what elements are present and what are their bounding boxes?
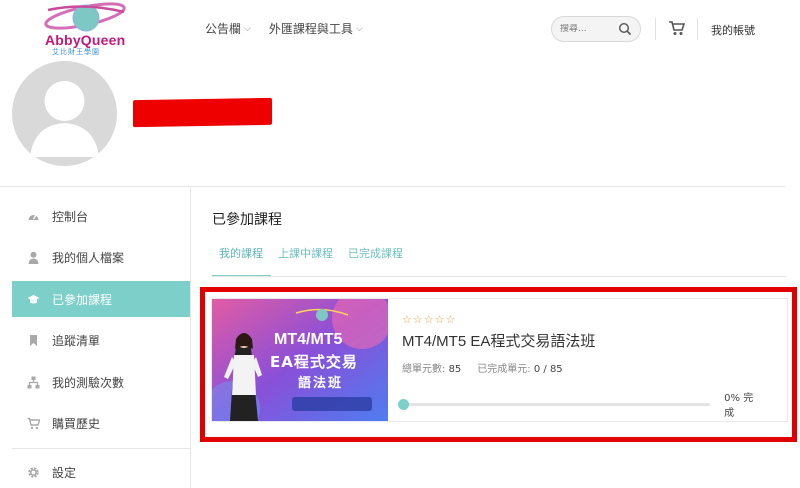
sidebar-item-label: 購買歷史: [52, 417, 101, 432]
sidebar-item-purchase-history[interactable]: 購買歷史: [12, 406, 190, 442]
search-box: [551, 16, 641, 42]
course-meta: 總單元數: 85 已完成單元: 0 / 85: [402, 360, 787, 375]
main-nav: 公告欄 ⌵ 外匯課程與工具 ⌵: [205, 20, 363, 37]
rating-stars: ☆☆☆☆☆: [402, 313, 787, 326]
sidebar-item-profile[interactable]: 我的個人檔案: [12, 240, 190, 276]
tab-active-courses[interactable]: 上課中課程: [271, 245, 341, 277]
sidebar-item-dashboard[interactable]: 控制台: [12, 198, 190, 234]
thumbnail-title-line2: EA程式交易: [270, 353, 358, 371]
divider: [12, 447, 190, 449]
progress-indicator: [398, 398, 409, 410]
my-account-link[interactable]: 我的帳號: [711, 22, 755, 38]
page-title: 已參加課程: [212, 212, 282, 228]
tab-my-courses[interactable]: 我的課程: [212, 245, 271, 277]
avatar[interactable]: [12, 61, 117, 166]
cart-icon: [27, 418, 40, 430]
thumbnail-title-line1: MT4/MT5: [274, 331, 343, 348]
sitemap-icon: [27, 376, 40, 389]
nav-item-label: 公告欄: [205, 22, 242, 36]
completed-units: 已完成單元: 0 / 85: [477, 360, 562, 375]
divider: [0, 186, 786, 187]
brand-subtitle: 艾比財王學園: [52, 48, 100, 56]
star-outline-icon: ☆: [445, 313, 457, 326]
sidebar-item-enrolled-courses[interactable]: 已參加課程: [12, 281, 190, 318]
redacted-username: [133, 97, 272, 128]
brand-name: AbbyQueen: [45, 32, 126, 48]
search-input[interactable]: [560, 24, 616, 34]
chevron-down-icon: ⌵: [244, 23, 251, 34]
sidebar-item-label: 已參加課程: [52, 292, 113, 307]
sidebar-item-wishlist[interactable]: 追蹤清單: [12, 323, 190, 359]
search-icon[interactable]: [618, 22, 632, 36]
course-tabs: 我的課程 上課中課程 已完成課程: [212, 245, 411, 277]
total-units: 總單元數: 85: [402, 360, 461, 375]
completed-units-label: 已完成單元:: [477, 364, 531, 375]
progress-label: 0% 完成: [724, 393, 754, 419]
dashboard-icon: [28, 214, 39, 220]
total-units-label: 總單元數:: [402, 364, 446, 375]
header-divider: [697, 18, 698, 40]
sidebar-item-settings[interactable]: 設定: [12, 455, 190, 488]
star-outline-icon: ☆: [423, 313, 435, 326]
course-thumbnail[interactable]: MT4/MT5 EA程式交易 語法班: [212, 299, 388, 421]
course-card[interactable]: MT4/MT5 EA程式交易 語法班 ☆☆☆☆☆ MT4/MT5 EA程式交易語…: [211, 298, 788, 422]
bookmark-icon: [30, 335, 37, 347]
user-icon: [28, 251, 39, 265]
nav-item-courses-tools[interactable]: 外匯課程與工具 ⌵: [269, 20, 363, 37]
sidebar-item-label: 我的個人檔案: [52, 251, 125, 266]
nav-item-label: 外匯課程與工具: [268, 22, 353, 36]
default-user-icon: [30, 81, 99, 157]
sidebar-divider: [190, 187, 191, 488]
course-title[interactable]: MT4/MT5 EA程式交易語法班: [402, 330, 787, 351]
progress-bar: [398, 398, 711, 410]
course-details: ☆☆☆☆☆ MT4/MT5 EA程式交易語法班 總單元數: 85 已完成單元: …: [388, 299, 787, 421]
course-progress: 0% 完成: [398, 389, 762, 419]
tab-completed-courses[interactable]: 已完成課程: [341, 245, 411, 277]
star-outline-icon: ☆: [412, 313, 424, 326]
tabs-underline: [212, 276, 786, 277]
star-outline-icon: ☆: [402, 313, 413, 326]
thumbnail-title-line3: 語法班: [298, 376, 344, 391]
chevron-down-icon: ⌵: [355, 23, 363, 34]
cart-icon[interactable]: [668, 20, 685, 36]
sidebar-item-quiz-attempts[interactable]: 我的測驗次數: [12, 364, 190, 400]
sidebar-item-label: 控制台: [52, 209, 89, 224]
completed-units-value: 0 / 85: [533, 364, 563, 375]
gear-icon: [28, 467, 39, 478]
header-divider: [655, 18, 656, 40]
star-outline-icon: ☆: [434, 313, 446, 326]
total-units-value: 85: [448, 364, 462, 375]
graduation-cap-icon: [27, 294, 40, 304]
sidebar-item-label: 我的測驗次數: [52, 375, 125, 390]
sidebar-item-label: 追蹤清單: [52, 334, 101, 349]
sidebar-item-label: 設定: [52, 466, 77, 481]
sidebar: 控制台 我的個人檔案 已參加課程 追蹤清單 我的測驗次數 購買歷史 設定: [12, 198, 190, 488]
nav-item-announcements[interactable]: 公告欄 ⌵: [205, 20, 251, 37]
